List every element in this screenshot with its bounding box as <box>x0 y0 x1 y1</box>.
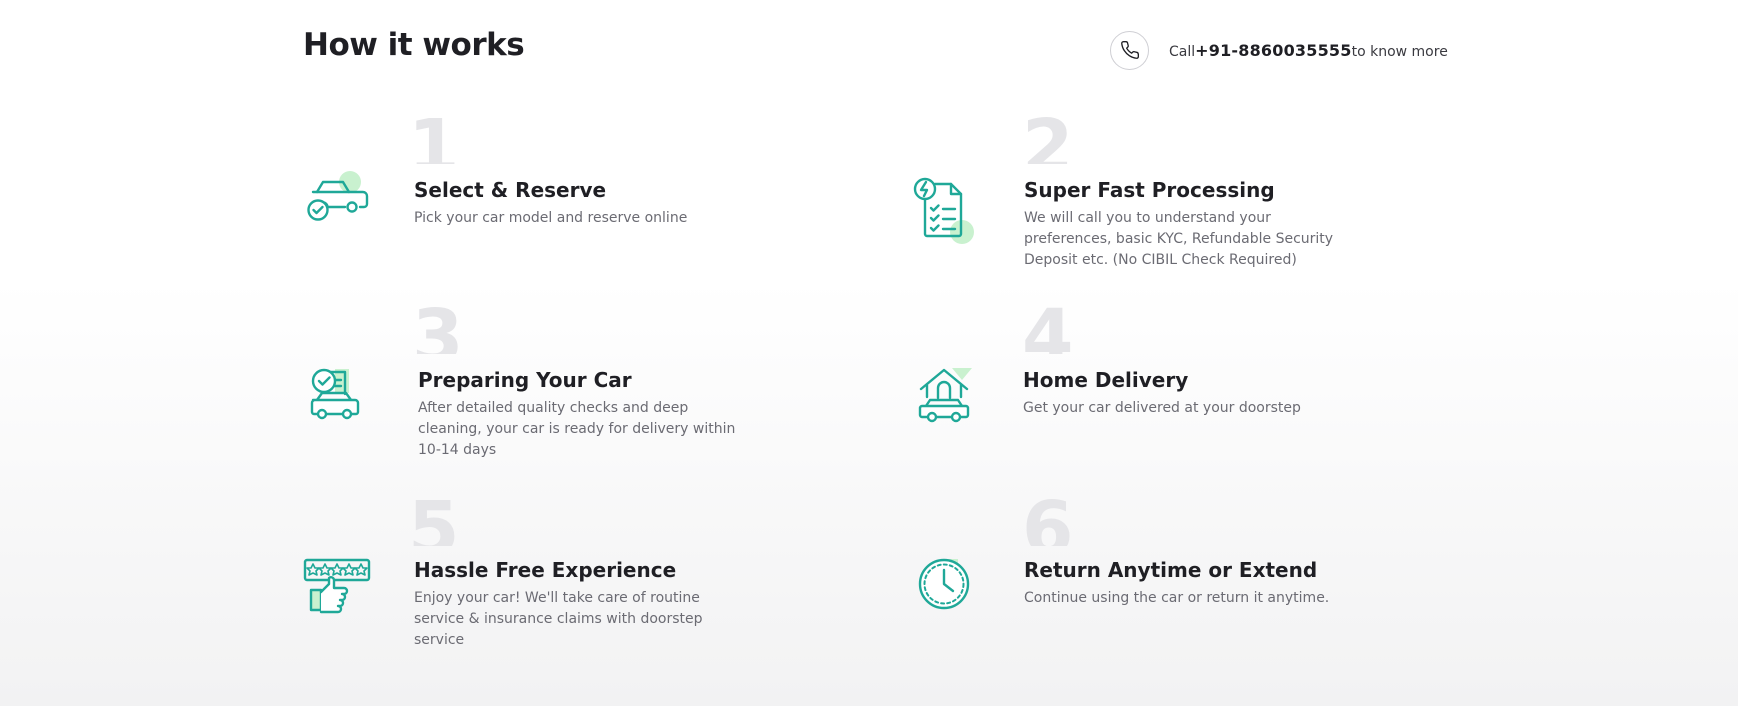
step-title: Select & Reserve <box>414 178 607 202</box>
step-title: Super Fast Processing <box>1024 178 1275 202</box>
car-check-icon <box>303 170 375 234</box>
step-title: Hassle Free Experience <box>414 558 677 582</box>
home-car-icon <box>918 366 990 430</box>
step-description: Enjoy your car! We'll take care of routi… <box>414 590 703 648</box>
step-number: 3 <box>412 300 464 354</box>
step-number: 2 <box>1022 110 1074 164</box>
phone-icon[interactable] <box>1110 30 1149 70</box>
step-description: After detailed quality checks and deep c… <box>418 400 736 458</box>
step-description: Get your car delivered at your doorstep <box>1023 400 1301 416</box>
document-checklist-icon <box>913 176 985 244</box>
step-number: 4 <box>1022 300 1074 354</box>
contact-suffix: to know more <box>1351 43 1448 60</box>
clock-icon <box>918 556 990 620</box>
contact-callout: Call+91-8860035555to know more <box>1110 30 1448 70</box>
step-title: Home Delivery <box>1023 368 1189 392</box>
phone-number-link[interactable]: +91-8860035555 <box>1195 41 1351 60</box>
car-quality-check-icon <box>309 366 381 430</box>
step-number: 6 <box>1022 492 1074 546</box>
step-description: Pick your car model and reserve online <box>414 210 688 226</box>
contact-text: Call+91-8860035555to know more <box>1169 41 1448 60</box>
step-number: 1 <box>408 110 460 164</box>
thumbs-up-rating-icon <box>303 556 375 620</box>
page-title: How it works <box>303 27 525 63</box>
step-description: Continue using the car or return it anyt… <box>1024 590 1330 606</box>
step-title: Return Anytime or Extend <box>1024 558 1318 582</box>
step-number: 5 <box>408 492 460 546</box>
contact-prefix: Call <box>1169 43 1196 60</box>
step-title: Preparing Your Car <box>418 368 632 392</box>
step-description: We will call you to understand your pref… <box>1024 210 1334 268</box>
